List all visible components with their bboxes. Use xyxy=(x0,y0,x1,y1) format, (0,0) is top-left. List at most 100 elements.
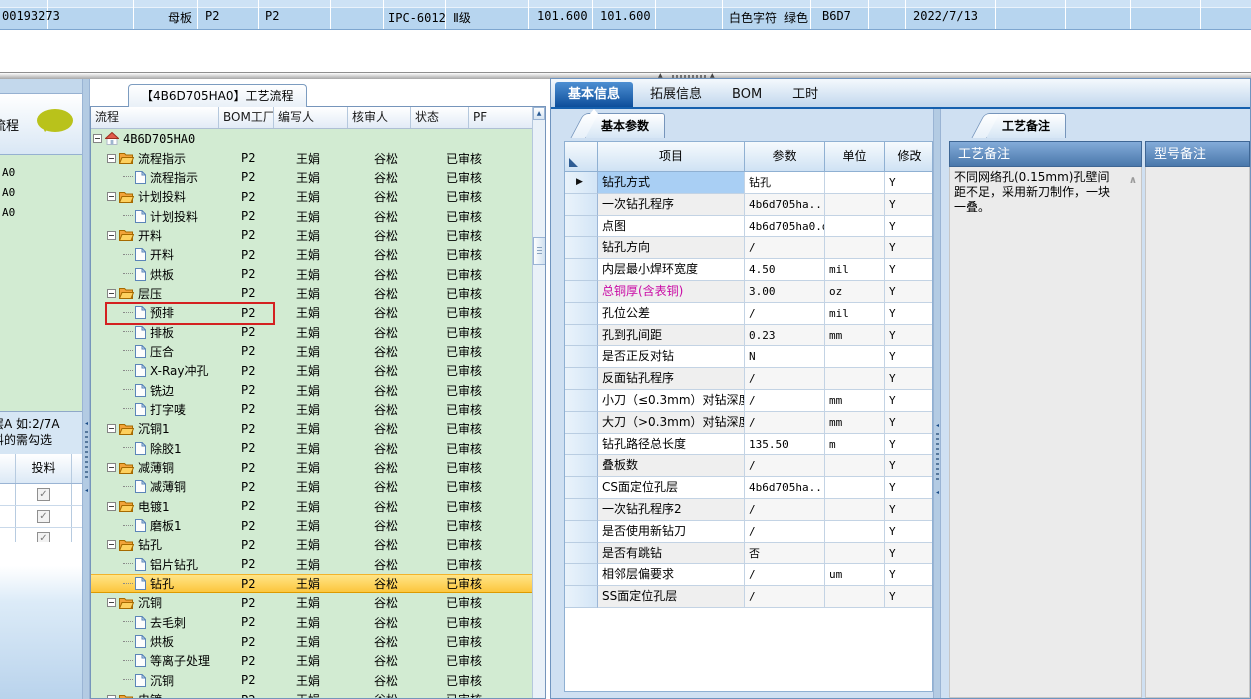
param-value-cell[interactable]: 4.50 xyxy=(745,259,825,281)
row-header[interactable] xyxy=(565,259,598,281)
column-header-value[interactable]: 参数 xyxy=(745,142,825,172)
flow-row-selected[interactable]: 钻孔 P2 王娟 谷松 已审核 xyxy=(91,573,532,594)
flow-row[interactable]: 打字唛 P2 王娟 谷松 已审核 xyxy=(91,400,532,419)
scroll-up-icon[interactable]: ▲ xyxy=(533,107,545,120)
process-note-area[interactable]: 不同网络孔(0.15mm)孔壁间距不足，采用新刀制作，一块一叠。 ∧ xyxy=(949,167,1142,698)
param-value-cell[interactable]: 4b6d705ha... xyxy=(745,193,825,216)
param-row[interactable]: 小刀（≤0.3mm）对钻深度 / mm Y xyxy=(565,389,932,412)
row-header[interactable] xyxy=(565,564,598,587)
flow-row[interactable]: 铣边 P2 王娟 谷松 已审核 xyxy=(91,380,532,399)
param-value-cell[interactable]: / xyxy=(745,389,825,412)
param-row[interactable]: 总铜厚(含表铜) 3.00 oz Y xyxy=(565,280,932,303)
param-value-cell[interactable]: 钻孔 xyxy=(745,172,825,194)
param-row[interactable]: 孔到孔间距 0.23 mm Y xyxy=(565,324,932,347)
param-row[interactable]: 叠板数 / Y xyxy=(565,455,932,478)
collapse-arrow-icon[interactable]: ◂ xyxy=(934,489,941,497)
collapse-minus-box[interactable] xyxy=(107,153,116,163)
row-header[interactable] xyxy=(565,520,598,543)
flow-row[interactable]: 排板 P2 王娟 谷松 已审核 xyxy=(91,322,532,341)
param-row[interactable]: 孔位公差 / mil Y xyxy=(565,302,932,325)
tab-extended-info[interactable]: 拓展信息 xyxy=(637,82,715,107)
column-header-bom-factory[interactable]: BOM工厂 xyxy=(219,107,274,128)
param-row[interactable]: 是否正反对钻 N Y xyxy=(565,346,932,369)
param-value-cell[interactable]: / xyxy=(745,520,825,543)
flow-row[interactable]: 去毛刺 P2 王娟 谷松 已审核 xyxy=(91,613,532,632)
feeding-column-header[interactable]: 投料 xyxy=(16,454,72,483)
column-header-item[interactable]: 项目 xyxy=(598,142,745,172)
flow-row[interactable]: 沉铜 P2 王娟 谷松 已审核 xyxy=(91,593,532,612)
flow-row[interactable]: 沉铜1 P2 王娟 谷松 已审核 xyxy=(91,419,532,438)
flow-row[interactable]: 等离子处理 P2 王娟 谷松 已审核 xyxy=(91,651,532,670)
subtab-basic-params[interactable]: 基本参数 xyxy=(585,113,666,138)
row-header[interactable] xyxy=(565,215,598,238)
column-header-modify[interactable]: 修改 xyxy=(885,142,932,172)
row-header[interactable] xyxy=(565,389,598,412)
model-note-area[interactable] xyxy=(1145,167,1250,698)
flow-row[interactable]: 铝片钻孔 P2 王娟 谷松 已审核 xyxy=(91,555,532,574)
param-row[interactable]: 大刀（>0.3mm）对钻深度 / mm Y xyxy=(565,411,932,434)
collapse-minus-box[interactable] xyxy=(107,230,116,240)
flow-row[interactable]: 沉铜 P2 王娟 谷松 已审核 xyxy=(91,671,532,690)
list-item[interactable]: A0 xyxy=(0,183,82,203)
row-header[interactable] xyxy=(565,586,598,608)
flow-row[interactable]: 4B6D705HA0 xyxy=(91,129,532,148)
collapse-minus-box[interactable] xyxy=(107,288,116,298)
row-header[interactable] xyxy=(565,368,598,390)
flow-row[interactable]: 开料 P2 王娟 谷松 已审核 xyxy=(91,245,532,264)
row-header[interactable] xyxy=(565,498,598,521)
column-header-writer[interactable]: 编写人 xyxy=(274,107,348,128)
param-row-selected[interactable]: ▶ 钻孔方式 钻孔 Y xyxy=(565,172,932,194)
collapse-minus-box[interactable] xyxy=(107,463,116,473)
flow-row[interactable]: 除胶1 P2 王娟 谷松 已审核 xyxy=(91,439,532,458)
param-row[interactable]: 一次钻孔程序 4b6d705ha... Y xyxy=(565,193,932,216)
column-header-status[interactable]: 状态 xyxy=(411,107,469,128)
collapse-minus-box[interactable] xyxy=(107,192,116,202)
param-row[interactable]: 一次钻孔程序2/ Y xyxy=(565,498,932,521)
param-value-cell[interactable]: 3.00 xyxy=(745,280,825,303)
param-row[interactable]: 内层最小焊环宽度 4.50 mil Y xyxy=(565,259,932,281)
row-header[interactable] xyxy=(565,346,598,369)
flow-row[interactable]: 层压 P2 王娟 谷松 已审核 xyxy=(91,284,532,303)
param-value-cell[interactable]: 4b6d705ha0.d xyxy=(745,215,825,238)
collapse-minus-box[interactable] xyxy=(93,134,102,144)
param-row[interactable]: 钻孔路径总长度 135.50 m Y xyxy=(565,433,932,456)
flow-row[interactable]: 烘板 P2 王娟 谷松 已审核 xyxy=(91,632,532,651)
row-header[interactable]: ▶ xyxy=(565,172,598,194)
param-row[interactable]: SS面定位孔层 / Y xyxy=(565,586,932,608)
row-header[interactable] xyxy=(565,193,598,216)
param-value-cell[interactable]: 135.50 xyxy=(745,433,825,456)
flow-row[interactable]: 电镀 P2王娟谷松已审核 xyxy=(91,690,532,698)
collapse-minus-box[interactable] xyxy=(107,540,116,550)
row-header[interactable] xyxy=(565,324,598,347)
param-value-cell[interactable]: 4b6d705ha... xyxy=(745,477,825,499)
param-row[interactable]: 钻孔方向 / Y xyxy=(565,237,932,260)
flow-row[interactable]: X-Ray冲孔 P2 王娟 谷松 已审核 xyxy=(91,361,532,380)
flow-row[interactable]: 烘板 P2 王娟 谷松 已审核 xyxy=(91,264,532,283)
row-header[interactable] xyxy=(565,433,598,456)
tab-bom[interactable]: BOM xyxy=(719,82,775,107)
row-header[interactable] xyxy=(565,455,598,478)
vertical-splitter-right[interactable]: ◂ ◂ xyxy=(933,109,941,698)
param-value-cell[interactable]: / xyxy=(745,564,825,587)
param-value-cell[interactable]: 否 xyxy=(745,542,825,565)
collapse-minus-box[interactable] xyxy=(107,695,116,698)
param-row[interactable]: CS面定位孔层 4b6d705ha... Y xyxy=(565,477,932,499)
vertical-splitter-left[interactable]: ◂ ◂ xyxy=(82,79,90,699)
flow-row[interactable]: 计划投料 P2 王娟 谷松 已审核 xyxy=(91,187,532,206)
param-value-cell[interactable]: / xyxy=(745,455,825,478)
list-item[interactable]: A0 xyxy=(0,163,82,183)
collapse-minus-box[interactable] xyxy=(107,424,116,434)
comment-bubble-icon[interactable] xyxy=(37,109,73,132)
flow-row[interactable]: 压合 P2 王娟 谷松 已审核 xyxy=(91,342,532,361)
param-row[interactable]: 是否有跳钻否 Y xyxy=(565,542,932,565)
tab-basic-info[interactable]: 基本信息 xyxy=(555,82,634,115)
flow-scrollbar[interactable]: ▲ xyxy=(532,107,545,698)
collapse-arrow-icon[interactable]: ◂ xyxy=(83,487,90,495)
flow-row[interactable]: 磨板1 P2 王娟 谷松 已审核 xyxy=(91,516,532,535)
column-header-pf[interactable]: PF xyxy=(469,107,532,128)
param-value-cell[interactable]: / xyxy=(745,586,825,608)
subtab-process-notes[interactable]: 工艺备注 xyxy=(986,113,1067,138)
flow-row[interactable]: 减薄铜 P2 王娟 谷松 已审核 xyxy=(91,477,532,496)
param-value-cell[interactable]: / xyxy=(745,368,825,390)
param-value-cell[interactable]: / xyxy=(745,411,825,434)
